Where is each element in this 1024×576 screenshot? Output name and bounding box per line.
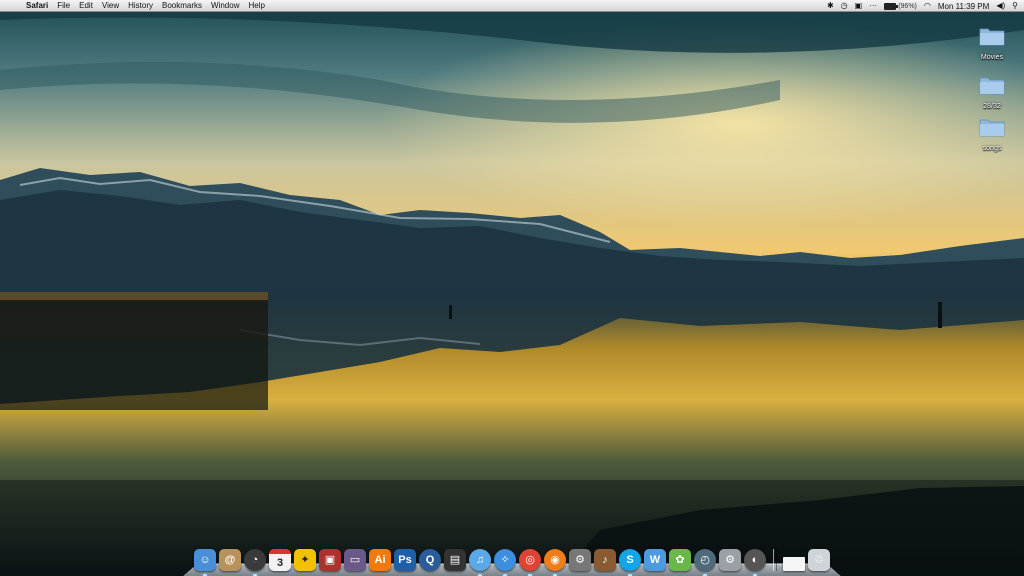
menu-file[interactable]: File	[57, 0, 70, 12]
desktop-folder-label: Movies	[980, 54, 1004, 61]
dock-dashboard-icon[interactable]: ◔	[244, 549, 266, 576]
menu-safari[interactable]: Safari	[26, 0, 48, 12]
quicktime-glyph: Q	[425, 554, 435, 566]
folder-icon	[979, 77, 1005, 95]
dock-automator-icon[interactable]: ⚙	[569, 549, 591, 571]
desktop-screen: Safari File Edit View History Bookmarks …	[0, 0, 1024, 576]
battery-status[interactable]: (96%)	[884, 2, 917, 10]
dock-safari-icon[interactable]: ✧	[494, 549, 516, 576]
time-machine-glyph: ◴	[700, 554, 710, 566]
front-row-glyph: ▭	[349, 554, 361, 566]
menu-bar: Safari File Edit View History Bookmarks …	[0, 0, 1024, 12]
dock-tweetie-icon[interactable]: ✿	[669, 549, 691, 571]
desktop-folder-label: songs	[982, 145, 1002, 152]
dock-photoshop-icon[interactable]: Ps	[394, 549, 416, 571]
menu-view[interactable]: View	[102, 0, 119, 12]
dock-itunes-icon[interactable]: ♫	[469, 549, 491, 576]
dock-wuala-icon[interactable]: W	[644, 549, 666, 571]
display-icon[interactable]: ▣	[855, 0, 863, 12]
photoshop-glyph: Ps	[398, 554, 412, 566]
dock: ☺ @ ◔ 3 ✦ ▣ ▭ Ai Ps Q ▤ ♫ ✧ ◎ ◉ ⚙ ♪ S W ✿ ◴ ⚙ ◐ ♲	[194, 541, 833, 576]
desktop-folder-songs[interactable]: songs	[970, 117, 1014, 155]
skype-glyph: S	[626, 554, 634, 566]
dock-skype-icon[interactable]: S	[619, 549, 641, 576]
battery-icon	[884, 2, 899, 10]
wuala-glyph: W	[649, 554, 661, 566]
safari-glyph: ✧	[500, 554, 510, 566]
desktop-folder-label: 28/32	[983, 103, 1001, 110]
menu-extras: ✱ ◷ ▣ ··· (96%) ◠ Mon 11:39 PM ◀) ⚲	[827, 0, 1018, 12]
dots-icon[interactable]: ···	[869, 0, 877, 12]
quicksilver-glyph: ◐	[751, 554, 759, 566]
dock-quicksilver-icon[interactable]: ◐	[744, 549, 766, 576]
chrome-glyph: ◎	[525, 554, 535, 566]
tweetie-glyph: ✿	[675, 554, 685, 566]
menu-help[interactable]: Help	[248, 0, 264, 12]
garageband-glyph: ♪	[602, 554, 608, 566]
dock-system-preferences-icon[interactable]: ⚙	[719, 549, 741, 571]
firefox-glyph: ◉	[550, 554, 560, 566]
spotlight-icon[interactable]: ⚲	[1012, 0, 1018, 12]
menu-history[interactable]: History	[128, 0, 153, 12]
bluetooth-icon[interactable]: ✱	[827, 0, 834, 12]
folder-icon	[979, 119, 1005, 137]
dock-ical-icon[interactable]: 3	[269, 549, 291, 571]
wifi-icon[interactable]: ◠	[924, 0, 931, 12]
menu-bookmarks[interactable]: Bookmarks	[162, 0, 202, 12]
time-machine-icon[interactable]: ◷	[841, 0, 848, 12]
desktop-folder-movies[interactable]: Movies	[970, 26, 1014, 64]
dock-garageband-icon[interactable]: ♪	[594, 549, 616, 571]
dashboard-glyph: ◔	[251, 554, 259, 566]
trash-glyph: ♲	[814, 554, 824, 566]
menu-clock[interactable]: Mon 11:39 PM	[938, 2, 989, 11]
aim-glyph: ✦	[300, 554, 310, 566]
menu-edit[interactable]: Edit	[79, 0, 93, 12]
photo-booth-glyph: ▣	[324, 554, 336, 566]
volume-icon[interactable]: ◀)	[996, 0, 1005, 12]
ical-glyph: 3	[276, 556, 284, 569]
illustrator-glyph: Ai	[374, 554, 386, 566]
finder-glyph: ☺	[199, 554, 211, 566]
clapper-glyph: ▤	[449, 554, 461, 566]
address-book-glyph: @	[224, 554, 236, 566]
dock-clapper-icon[interactable]: ▤	[444, 549, 466, 571]
battery-percent: (96%)	[898, 2, 917, 10]
dock-quicktime-icon[interactable]: Q	[419, 549, 441, 571]
dock-illustrator-icon[interactable]: Ai	[369, 549, 391, 571]
dock-time-machine-icon[interactable]: ◴	[694, 549, 716, 576]
dock-firefox-icon[interactable]: ◉	[544, 549, 566, 576]
desktop-wallpaper	[0, 0, 1024, 576]
dock-document-stack-icon[interactable]	[783, 557, 805, 571]
dock-front-row-icon[interactable]: ▭	[344, 549, 366, 571]
system-preferences-glyph: ⚙	[725, 554, 735, 566]
dock-photo-booth-icon[interactable]: ▣	[319, 549, 341, 571]
battery-fill	[885, 3, 895, 9]
dock-finder-icon[interactable]: ☺	[194, 549, 216, 576]
dock-address-book-icon[interactable]: @	[219, 549, 241, 571]
dock-chrome-icon[interactable]: ◎	[519, 549, 541, 576]
automator-glyph: ⚙	[575, 554, 585, 566]
dock-aim-icon[interactable]: ✦	[294, 549, 316, 571]
itunes-glyph: ♫	[475, 554, 485, 566]
dock-separator	[773, 549, 777, 571]
desktop-folder-28-32[interactable]: 28/32	[970, 75, 1014, 113]
menu-window[interactable]: Window	[211, 0, 239, 12]
dock-trash-icon[interactable]: ♲	[808, 549, 830, 571]
folder-icon	[979, 28, 1005, 46]
